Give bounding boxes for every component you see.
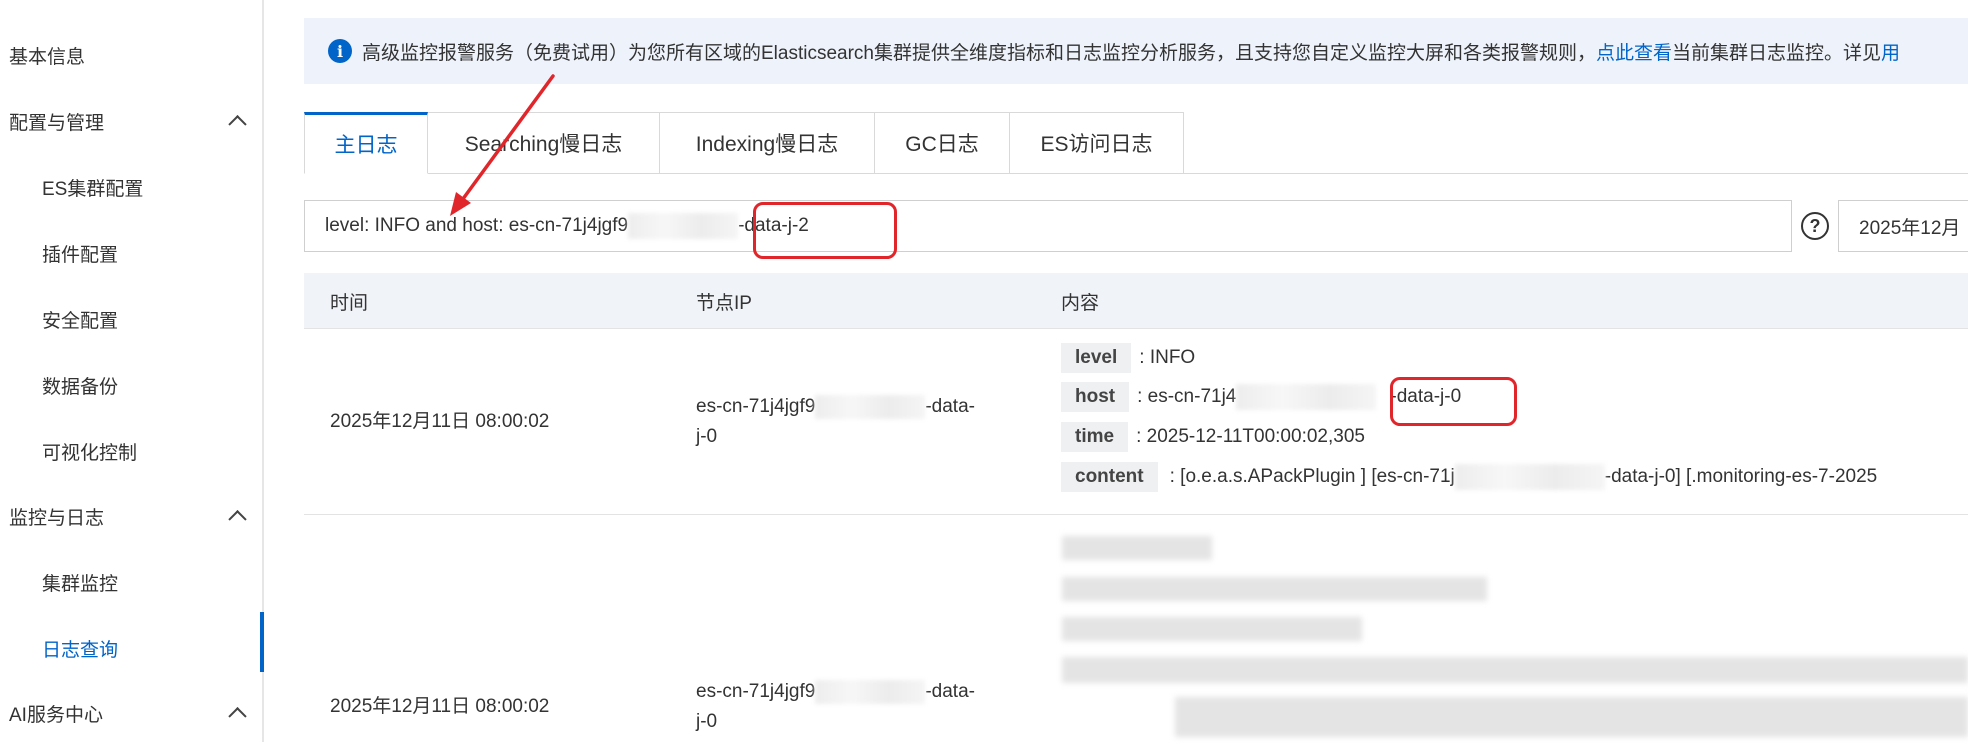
table-row: 2025年12月11日 08:00:02 es-cn-71j4jgf9 -data… xyxy=(304,330,1968,515)
chevron-up-icon[interactable] xyxy=(228,707,247,726)
redacted-block xyxy=(1062,657,1968,683)
header-content: 内容 xyxy=(1061,292,1100,314)
node-suffix: -data- xyxy=(925,396,975,417)
sidebar-item-label: AI服务中心 xyxy=(9,704,103,726)
row-node-ip: es-cn-71j4jgf9 -data- j-0 xyxy=(696,677,1016,737)
query-prefix: level: INFO and host: es-cn-71j4jgf9 xyxy=(325,215,629,236)
redacted-block xyxy=(1175,697,1968,737)
log-tabs: 主日志 Searching慢日志 Indexing慢日志 GC日志 ES访问日志 xyxy=(304,112,1184,174)
node-prefix: es-cn-71j4jgf9 xyxy=(696,681,816,702)
tab-label: ES访问日志 xyxy=(1040,133,1153,156)
field-key: time xyxy=(1061,422,1129,452)
field-value: : es-cn-71j4 xyxy=(1137,386,1237,407)
field-value: : INFO xyxy=(1139,347,1196,368)
row-node-ip: es-cn-71j4jgf9 -data- j-0 xyxy=(696,392,1016,452)
help-icon[interactable]: ? xyxy=(1801,212,1829,240)
sidebar-item-basic-info[interactable]: 基本信息 xyxy=(0,30,262,80)
notice-link[interactable]: 点此查看 xyxy=(1596,38,1672,65)
sidebar-item-label: 数据备份 xyxy=(42,376,119,398)
redacted-block xyxy=(628,213,739,239)
tab-es-access-log[interactable]: ES访问日志 xyxy=(1010,112,1184,174)
field-key: content xyxy=(1061,462,1158,492)
tab-label: Searching慢日志 xyxy=(464,133,623,156)
node-line2: j-0 xyxy=(696,426,718,447)
tab-gc-log[interactable]: GC日志 xyxy=(875,112,1010,174)
chevron-up-icon[interactable] xyxy=(228,510,247,529)
sidebar-group-monitoring[interactable]: 监控与日志 xyxy=(0,491,262,541)
date-picker[interactable]: 2025年12月 xyxy=(1838,200,1968,252)
header-time: 时间 xyxy=(330,292,369,314)
table-header: 时间 节点IP 内容 xyxy=(304,273,1968,329)
sidebar-item-es-config[interactable]: ES集群配置 xyxy=(0,162,262,212)
query-input[interactable]: level: INFO and host: es-cn-71j4jgf9 -dat… xyxy=(304,200,1792,252)
field-level: level : INFO xyxy=(1061,343,1195,373)
date-value: 2025年12月 xyxy=(1859,217,1961,239)
sidebar-item-label: 集群监控 xyxy=(42,573,119,595)
tab-index-slow-log[interactable]: Indexing慢日志 xyxy=(660,112,875,174)
field-value: : 2025-12-11T00:00:02,305 xyxy=(1136,426,1365,447)
redacted-block xyxy=(1236,384,1377,410)
tab-label: 主日志 xyxy=(334,134,398,157)
field-content: content : [o.e.a.s.APackPlugin ] [es-cn-7… xyxy=(1061,462,1877,492)
annotation-highlight xyxy=(1390,377,1517,426)
field-value-suffix: -data-j-0] [.monitoring-es-7-2025 xyxy=(1604,466,1878,487)
field-key: level xyxy=(1061,343,1132,373)
sidebar-group-config[interactable]: 配置与管理 xyxy=(0,96,262,146)
active-indicator xyxy=(260,612,264,672)
sidebar-item-backup[interactable]: 数据备份 xyxy=(0,360,262,410)
tab-label: GC日志 xyxy=(905,133,979,156)
sidebar-item-plugin-config[interactable]: 插件配置 xyxy=(0,228,262,278)
sidebar-item-label: ES集群配置 xyxy=(42,178,144,200)
annotation-highlight xyxy=(753,202,897,259)
info-icon: i xyxy=(328,39,352,63)
sidebar-item-cluster-monitor[interactable]: 集群监控 xyxy=(0,557,262,607)
tab-search-slow-log[interactable]: Searching慢日志 xyxy=(428,112,660,174)
tab-label: Indexing慢日志 xyxy=(695,133,839,156)
sidebar-item-label: 插件配置 xyxy=(42,244,119,266)
sidebar-group-ai[interactable]: AI服务中心 xyxy=(0,688,262,738)
sidebar-item-label: 配置与管理 xyxy=(9,112,105,134)
redacted-block xyxy=(815,679,926,704)
redacted-block xyxy=(1062,617,1362,641)
header-node-ip: 节点IP xyxy=(696,292,752,314)
redacted-block xyxy=(1062,536,1212,560)
sidebar-item-visual-control[interactable]: 可视化控制 xyxy=(0,426,262,476)
sidebar-item-label: 监控与日志 xyxy=(9,507,105,529)
sidebar: 基本信息 配置与管理 ES集群配置 插件配置 安全配置 数据备份 可视化控制 监… xyxy=(0,0,264,742)
sidebar-item-security[interactable]: 安全配置 xyxy=(0,294,262,344)
redacted-block xyxy=(1454,464,1605,490)
field-key: host xyxy=(1061,382,1130,412)
field-time: time : 2025-12-11T00:00:02,305 xyxy=(1061,422,1365,452)
redacted-block xyxy=(1062,577,1487,601)
redacted-block xyxy=(815,394,926,419)
node-suffix: -data- xyxy=(925,681,975,702)
node-prefix: es-cn-71j4jgf9 xyxy=(696,396,816,417)
row-time: 2025年12月11日 08:00:02 xyxy=(330,696,550,717)
field-value: : [o.e.a.s.APackPlugin ] [es-cn-71j xyxy=(1169,466,1455,487)
row-time: 2025年12月11日 08:00:02 xyxy=(330,411,550,432)
notice-tail: 当前集群日志监控。详见 xyxy=(1672,42,1882,64)
sidebar-item-label: 可视化控制 xyxy=(42,442,138,464)
sidebar-item-label: 日志查询 xyxy=(42,639,119,661)
notice-text: 高级监控报警服务（免费试用）为您所有区域的Elasticsearch集群提供全维… xyxy=(362,42,1596,64)
tab-main-log[interactable]: 主日志 xyxy=(304,112,428,174)
sidebar-item-log-query[interactable]: 日志查询 xyxy=(0,623,262,673)
notice-tail-link[interactable]: 用 xyxy=(1881,38,1900,65)
chevron-up-icon[interactable] xyxy=(228,115,247,134)
sidebar-item-label: 基本信息 xyxy=(9,46,86,68)
sidebar-item-label: 安全配置 xyxy=(42,310,119,332)
node-line2: j-0 xyxy=(696,711,718,732)
notice-banner: i 高级监控报警服务（免费试用）为您所有区域的Elasticsearch集群提供… xyxy=(304,18,1968,84)
